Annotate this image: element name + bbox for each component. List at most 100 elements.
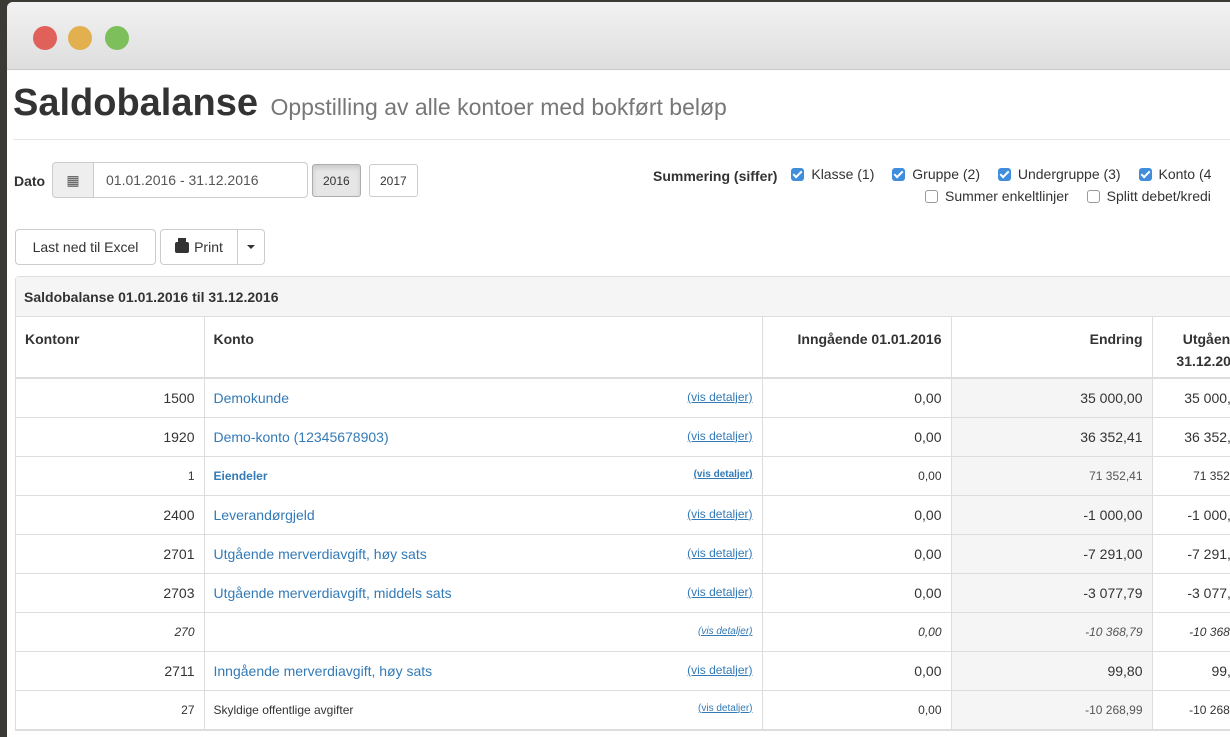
checkbox-unchecked-icon[interactable] <box>1086 189 1100 203</box>
cell-konto: Demokunde (vis detaljer) <box>204 378 763 418</box>
saldobalanse-table: Kontonr Konto Inngående 01.01.2016 Endri… <box>16 317 1230 730</box>
vis-detaljer-link[interactable]: (vis detaljer) <box>694 469 753 480</box>
cell-endring: 71 352,41 <box>951 456 1153 496</box>
cell-kontonr: 1920 <box>16 417 205 457</box>
table-row: 2711 Inngående merverdiavgift, høy sats (v… <box>16 651 1230 691</box>
account-link[interactable]: Demo-konto (12345678903) <box>214 429 389 445</box>
print-dropdown-toggle[interactable] <box>237 229 265 265</box>
print-button[interactable]: Print <box>160 229 238 265</box>
calendar-icon[interactable]: ▦ <box>52 162 94 198</box>
app-window: Saldobalanse Oppstilling av alle kontoer… <box>7 2 1230 737</box>
cell-endring: -10 368,79 <box>951 612 1153 652</box>
cell-utgaende: 99,80 <box>1152 651 1230 691</box>
print-label: Print <box>194 239 223 255</box>
vis-detaljer-link[interactable]: (vis detaljer) <box>698 626 752 637</box>
account-link[interactable]: Leverandørgjeld <box>214 507 315 523</box>
minimize-window-button[interactable] <box>68 26 92 50</box>
col-endring[interactable]: Endring <box>951 317 1153 379</box>
cell-utgaende: -10 268,99 <box>1152 690 1230 730</box>
checkbox-klasse[interactable]: Klasse (1) <box>791 166 874 182</box>
col-kontonr[interactable]: Kontonr <box>16 317 205 379</box>
vis-detaljer-link[interactable]: (vis detaljer) <box>698 703 752 714</box>
cell-endring: 35 000,00 <box>951 378 1153 418</box>
checkbox-label: Gruppe (2) <box>912 166 980 182</box>
page-title-main: Saldobalanse <box>13 82 258 124</box>
caret-down-icon <box>247 245 255 249</box>
account-name: Skyldige offentlige avgifter <box>213 702 354 717</box>
account-link[interactable]: Utgående merverdiavgift, høy sats <box>214 546 427 562</box>
cell-kontonr: 1 <box>16 456 205 496</box>
cell-utgaende: -10 368,79 <box>1152 612 1230 652</box>
date-range-input[interactable] <box>94 162 308 198</box>
year-2017-button[interactable]: 2017 <box>369 164 418 197</box>
download-excel-button[interactable]: Last ned til Excel <box>15 229 156 265</box>
cell-inngaende: 0,00 <box>762 495 952 535</box>
cell-utgaende: -7 291,00 <box>1152 534 1230 574</box>
account-link[interactable]: Inngående merverdiavgift, høy sats <box>214 663 433 679</box>
cell-konto: Leverandørgjeld (vis detaljer) <box>204 495 763 535</box>
account-link[interactable]: Utgående merverdiavgift, middels sats <box>214 585 452 601</box>
cell-inngaende: 0,00 <box>762 417 952 457</box>
checkbox-undergruppe[interactable]: Undergruppe (3) <box>997 166 1121 182</box>
vis-detaljer-link[interactable]: (vis detaljer) <box>687 585 752 599</box>
close-window-button[interactable] <box>33 26 57 50</box>
cell-kontonr: 1500 <box>16 378 205 418</box>
cell-inngaende: 0,00 <box>762 612 952 652</box>
zoom-window-button[interactable] <box>105 26 129 50</box>
cell-konto: Utgående merverdiavgift, middels sats (vi… <box>204 573 763 613</box>
checkbox-label: Splitt debet/kredi <box>1106 188 1211 204</box>
cell-kontonr: 2703 <box>16 573 205 613</box>
table-row: 270(vis detaljer)0,00-10 368,79-10 368,7… <box>16 612 1230 652</box>
checkbox-checked-icon[interactable] <box>791 167 805 181</box>
checkbox-checked-icon[interactable] <box>892 167 906 181</box>
table-row: 1 Eiendeler (vis detaljer) 0,00 71 352,41 71 … <box>16 456 1230 496</box>
cell-konto: Demo-konto (12345678903) (vis detaljer) <box>204 417 763 457</box>
year-2016-button[interactable]: 2016 <box>312 164 361 197</box>
cell-kontonr: 2701 <box>16 534 205 574</box>
vis-detaljer-link[interactable]: (vis detaljer) <box>687 429 752 443</box>
checkbox-checked-icon[interactable] <box>1138 167 1152 181</box>
checkbox-label: Summer enkeltlinjer <box>945 188 1069 204</box>
printer-icon <box>175 237 190 253</box>
table-row: 1920 Demo-konto (12345678903) (vis detalje… <box>16 417 1230 457</box>
cell-inngaende: 0,00 <box>762 690 952 730</box>
checkbox-label: Undergruppe (3) <box>1017 166 1121 182</box>
cell-utgaende: 71 352,41 <box>1152 456 1230 496</box>
cell-endring: -7 291,00 <box>951 534 1153 574</box>
col-inngaende[interactable]: Inngående 01.01.2016 <box>762 317 952 379</box>
cell-konto: Inngående merverdiavgift, høy sats (vis d… <box>204 651 763 691</box>
cell-kontonr: 270 <box>16 612 205 652</box>
cell-inngaende: 0,00 <box>762 456 952 496</box>
col-konto[interactable]: Konto <box>204 317 763 379</box>
col-utgaende[interactable]: Utgående 31.12.2016 <box>1152 317 1230 379</box>
page-subtitle: Oppstilling av alle kontoer med bokført … <box>270 94 727 120</box>
summering-label: Summering (siffer) <box>653 167 778 184</box>
cell-inngaende: 0,00 <box>762 378 952 418</box>
panel-title: Saldobalanse 01.01.2016 til 31.12.2016 <box>16 277 1230 317</box>
checkbox-checked-icon[interactable] <box>997 167 1011 181</box>
account-link[interactable]: Demokunde <box>214 390 290 406</box>
checkbox-summer-enkeltlinjer[interactable]: Summer enkeltlinjer <box>925 188 1069 204</box>
page-title: Saldobalanse Oppstilling av alle kontoer… <box>13 82 727 125</box>
cell-konto: Skyldige offentlige avgifter (vis detalje… <box>204 690 763 730</box>
saldobalanse-panel: Saldobalanse 01.01.2016 til 31.12.2016 K… <box>15 276 1230 731</box>
cell-endring: -3 077,79 <box>951 573 1153 613</box>
checkbox-konto[interactable]: Konto (4 <box>1138 166 1211 182</box>
cell-utgaende: -3 077,79 <box>1152 573 1230 613</box>
table-row: 2400 Leverandørgjeld (vis detaljer) 0,00 -1 … <box>16 495 1230 535</box>
vis-detaljer-link[interactable]: (vis detaljer) <box>687 390 752 404</box>
table-row: 1500 Demokunde (vis detaljer) 0,00 35 000,00… <box>16 378 1230 418</box>
date-label: Dato <box>14 173 46 189</box>
vis-detaljer-link[interactable]: (vis detaljer) <box>687 663 752 677</box>
title-bar <box>7 2 1230 70</box>
vis-detaljer-link[interactable]: (vis detaljer) <box>687 507 752 521</box>
date-range-picker: ▦ <box>52 162 308 198</box>
checkbox-label: Klasse (1) <box>811 166 875 182</box>
cell-endring: -10 268,99 <box>951 690 1153 730</box>
cell-utgaende: 35 000,00 <box>1152 378 1230 418</box>
checkbox-unchecked-icon[interactable] <box>925 189 938 203</box>
vis-detaljer-link[interactable]: (vis detaljer) <box>687 546 752 560</box>
checkbox-splitt-debet-kredit[interactable]: Splitt debet/kredi <box>1086 188 1211 204</box>
checkbox-gruppe[interactable]: Gruppe (2) <box>892 166 980 182</box>
cell-endring: 36 352,41 <box>951 417 1153 457</box>
